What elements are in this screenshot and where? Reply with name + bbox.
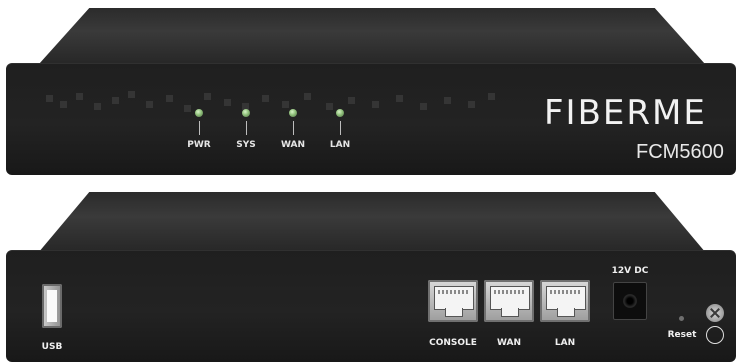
- led-label-lan: LAN: [329, 140, 351, 150]
- front-top-cover: [37, 8, 707, 66]
- lan-port-label: LAN: [554, 338, 576, 348]
- reset-button[interactable]: [679, 316, 684, 321]
- lan-led-icon: [336, 109, 344, 117]
- console-port-label: CONSOLE: [429, 338, 477, 348]
- lan-port[interactable]: [540, 280, 590, 322]
- front-panel: PWR SYS WAN LAN FIBERME FCM5600: [6, 63, 736, 175]
- model-name: FCM5600: [636, 141, 724, 163]
- led-label-pwr: PWR: [187, 140, 211, 150]
- usb-label: USB: [41, 342, 63, 352]
- reset-label: Reset: [667, 330, 697, 340]
- rear-top-cover: [37, 192, 707, 254]
- led-indicator-line: [199, 121, 200, 135]
- wan-port-label: WAN: [496, 338, 522, 348]
- sys-led-icon: [242, 109, 250, 117]
- led-indicator-line: [340, 121, 341, 135]
- router-rear-view: USB CONSOLE WAN LAN 12V DC Reset: [0, 192, 744, 362]
- router-front-view: PWR SYS WAN LAN FIBERME FCM5600: [0, 8, 744, 178]
- wan-port[interactable]: [484, 280, 534, 322]
- dc-power-label: 12V DC: [611, 266, 649, 276]
- decorative-pattern: [36, 87, 506, 117]
- led-label-wan: WAN: [280, 140, 306, 150]
- wan-led-icon: [289, 109, 297, 117]
- rear-panel: USB CONSOLE WAN LAN 12V DC Reset: [6, 250, 736, 362]
- ground-symbol-icon: [706, 326, 724, 344]
- console-port[interactable]: [428, 280, 478, 322]
- dc-power-jack[interactable]: [613, 282, 647, 320]
- pwr-led-icon: [195, 109, 203, 117]
- brand-logo: FIBERME: [544, 93, 707, 133]
- led-indicator-line: [246, 121, 247, 135]
- ground-screw-icon: [706, 304, 724, 322]
- led-indicator-line: [293, 121, 294, 135]
- usb-port[interactable]: [42, 284, 62, 328]
- led-label-sys: SYS: [236, 140, 256, 150]
